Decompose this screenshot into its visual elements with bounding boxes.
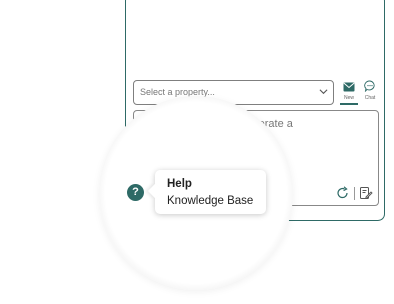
help-tooltip: Help Knowledge Base (147, 170, 266, 214)
tab-chat[interactable]: Chat (361, 79, 379, 104)
tab-chat-label: Chat (364, 95, 376, 101)
tab-new[interactable]: New (340, 79, 358, 105)
chat-bubble-icon (364, 80, 375, 92)
help-tooltip-title: Help (167, 178, 192, 190)
tab-new-label: New (343, 95, 354, 101)
prompt-toolbar (336, 185, 373, 201)
help-tooltip-subtitle: Knowledge Base (167, 195, 254, 207)
refresh-icon[interactable] (336, 186, 350, 200)
toolbar-divider (354, 186, 355, 200)
edit-note-icon[interactable] (359, 186, 373, 200)
active-tab-indicator (340, 103, 358, 105)
chevron-down-icon (319, 89, 328, 95)
envelope-icon (343, 82, 355, 92)
help-question-icon[interactable]: ? (127, 184, 144, 201)
